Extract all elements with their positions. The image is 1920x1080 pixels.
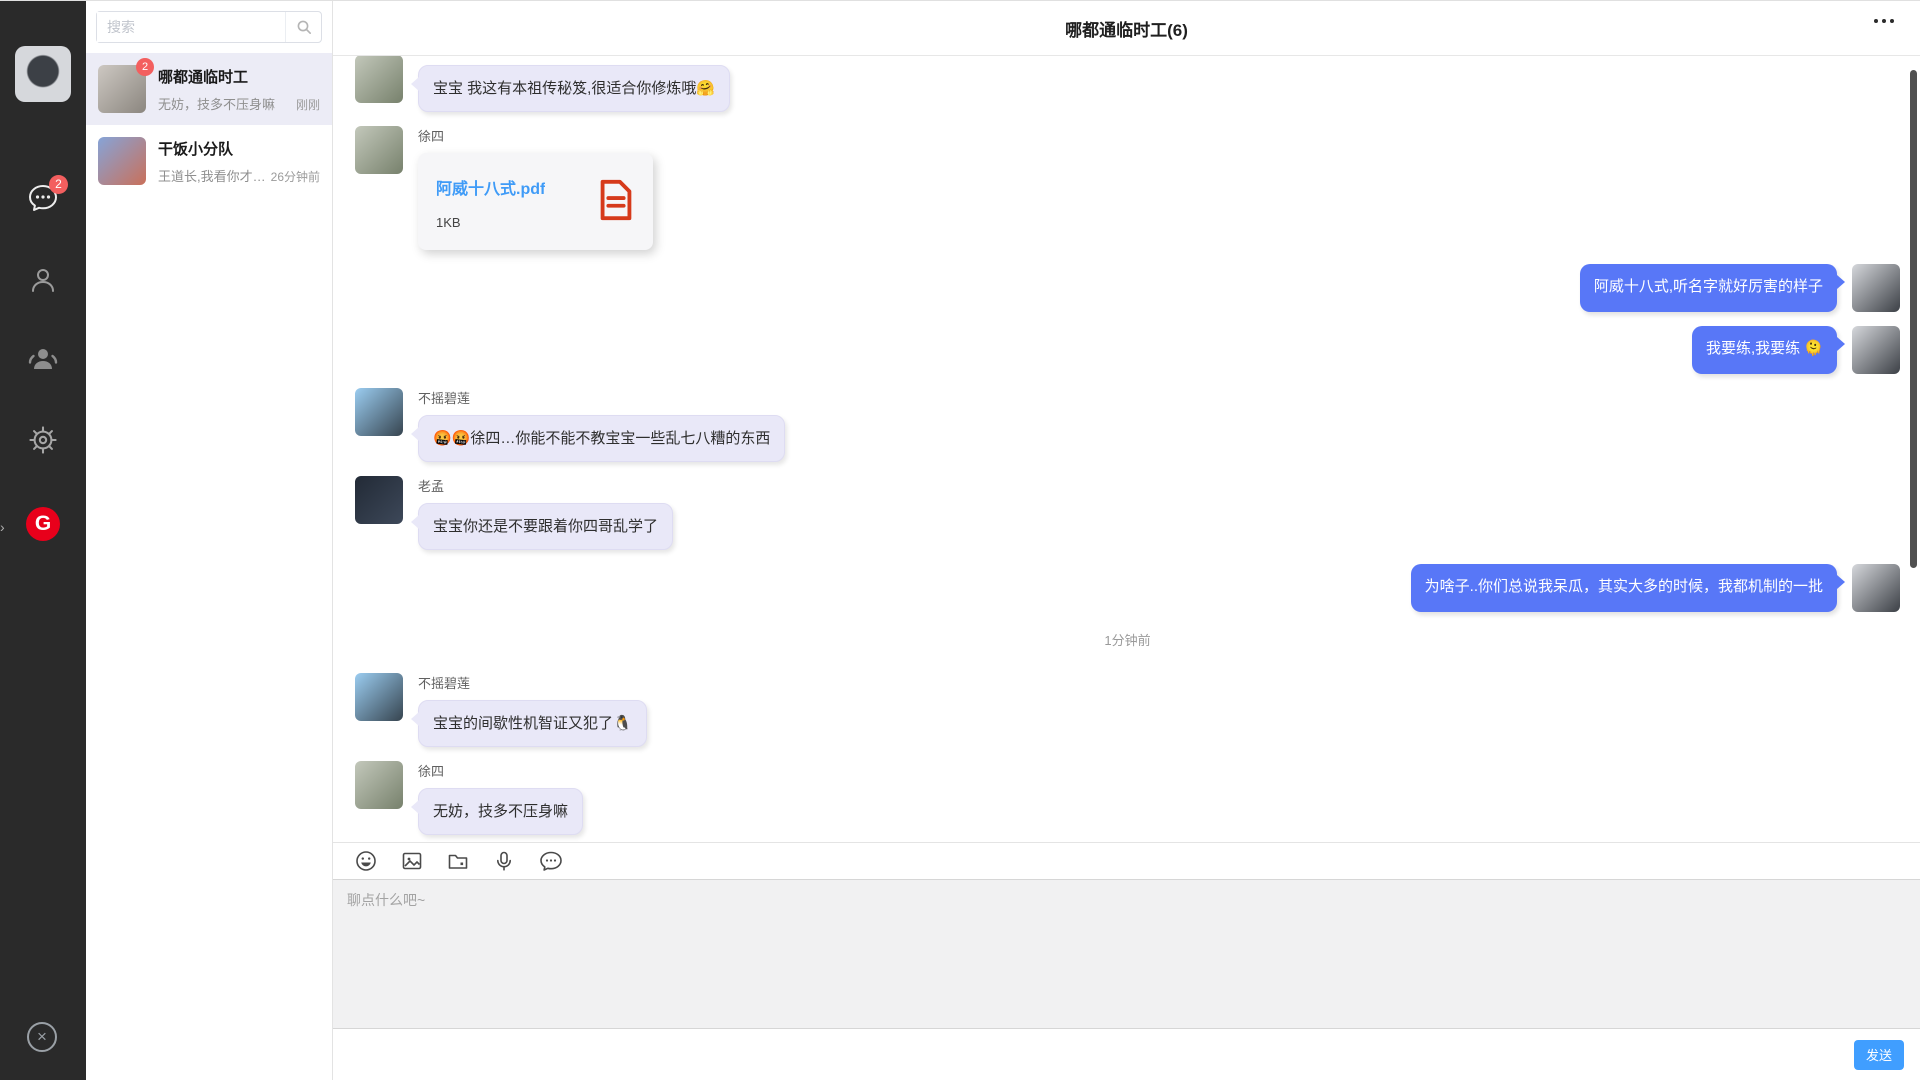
chat-name: 哪都通临时工 <box>158 66 320 87</box>
self-avatar[interactable] <box>1852 564 1900 612</box>
message-bubble[interactable]: 🤬🤬徐四…你能不能不教宝宝一些乱七八糟的东西 <box>418 415 785 462</box>
unread-total-badge: 2 <box>49 175 68 194</box>
sender-avatar[interactable] <box>355 476 403 524</box>
search-input[interactable] <box>97 12 285 42</box>
pdf-file-icon <box>593 177 639 228</box>
group-icon <box>27 346 59 372</box>
self-avatar[interactable] <box>1852 264 1900 312</box>
scrollbar-thumb[interactable] <box>1910 70 1917 568</box>
person-icon <box>29 266 57 294</box>
outgoing-message-row: 阿威十八式,听名字就好厉害的样子 <box>355 264 1900 312</box>
app-logo[interactable]: G <box>26 507 60 541</box>
time-divider: 1分钟前 <box>355 630 1900 649</box>
sidebar-item-chats[interactable]: 2 <box>0 183 86 213</box>
message-input[interactable] <box>333 879 1920 1029</box>
message-bubble[interactable]: 宝宝你还是不要跟着你四哥乱学了 <box>418 503 673 550</box>
search-icon[interactable] <box>285 12 321 42</box>
unread-badge: 2 <box>136 58 154 76</box>
conversation-panel: 哪都通临时工(6) 宝宝 我这有本祖传秘笈,很适合你修炼哦🤗 徐四 阿威十八式.… <box>333 1 1920 1080</box>
search-box <box>96 11 322 43</box>
incoming-message-row: 徐四 无妨，技多不压身嘛 <box>355 761 1900 835</box>
message-bubble[interactable]: 阿威十八式,听名字就好厉害的样子 <box>1580 264 1837 312</box>
sidebar-item-groups[interactable] <box>0 346 86 372</box>
file-attachment[interactable]: 阿威十八式.pdf 1KB <box>418 153 653 250</box>
message-list: 宝宝 我这有本祖传秘笈,很适合你修炼哦🤗 徐四 阿威十八式.pdf 1KB 阿威… <box>333 56 1920 842</box>
message-bubble[interactable]: 宝宝的间歇性机智证又犯了🐧 <box>418 700 647 747</box>
chat-history-icon[interactable] <box>539 850 563 872</box>
incoming-file-row: 徐四 阿威十八式.pdf 1KB <box>355 126 1900 250</box>
sidebar-item-contacts[interactable] <box>0 266 86 294</box>
sender-avatar[interactable] <box>355 761 403 809</box>
message-bubble[interactable]: 无妨，技多不压身嘛 <box>418 788 583 835</box>
chat-time: 26分钟前 <box>271 168 320 185</box>
user-avatar[interactable] <box>15 46 71 102</box>
emoji-icon[interactable] <box>355 850 377 872</box>
nav-rail: 2 <box>0 1 86 1080</box>
message-sender: 徐四 <box>418 761 583 780</box>
incoming-message-row: 不摇碧莲 🤬🤬徐四…你能不能不教宝宝一些乱七八糟的东西 <box>355 388 1900 462</box>
chat-preview: 无妨，技多不压身嘛 <box>158 94 292 113</box>
microphone-icon[interactable] <box>493 850 515 872</box>
message-bubble[interactable]: 我要练,我要练 🫠 <box>1692 326 1837 374</box>
app-window: 2 <box>0 0 1920 1080</box>
composer: 发送 <box>333 842 1920 1080</box>
chat-list-panel: 2 哪都通临时工 无妨，技多不压身嘛 刚刚 干饭小分队 王道长,我看你才… 26… <box>86 1 333 1080</box>
message-bubble[interactable]: 为啥子..你们总说我呆瓜，其实大多的时候，我都机制的一批 <box>1411 564 1837 612</box>
folder-icon[interactable] <box>447 850 469 872</box>
self-avatar[interactable] <box>1852 326 1900 374</box>
sender-avatar[interactable] <box>355 126 403 174</box>
logout-icon[interactable]: × <box>27 1022 57 1052</box>
message-sender: 徐四 <box>418 126 653 145</box>
incoming-message-row: 不摇碧莲 宝宝的间歇性机智证又犯了🐧 <box>355 673 1900 747</box>
chat-time: 刚刚 <box>296 96 320 113</box>
composer-toolbar <box>333 843 1920 879</box>
chat-avatar: 2 <box>98 65 146 113</box>
message-sender: 老孟 <box>418 476 673 495</box>
chat-list: 2 哪都通临时工 无妨，技多不压身嘛 刚刚 干饭小分队 王道长,我看你才… 26… <box>86 53 332 197</box>
incoming-message-row: 老孟 宝宝你还是不要跟着你四哥乱学了 <box>355 476 1900 550</box>
outgoing-message-row: 我要练,我要练 🫠 <box>355 326 1900 374</box>
more-menu-icon[interactable] <box>1874 19 1894 23</box>
outgoing-message-row: 为啥子..你们总说我呆瓜，其实大多的时候，我都机制的一批 <box>355 564 1900 612</box>
sender-avatar[interactable] <box>355 388 403 436</box>
image-icon[interactable] <box>401 850 423 872</box>
chat-avatar <box>98 137 146 185</box>
chat-preview: 王道长,我看你才… <box>158 166 267 185</box>
chat-list-item[interactable]: 干饭小分队 王道长,我看你才… 26分钟前 <box>86 125 332 197</box>
sidebar-item-settings[interactable] <box>0 426 86 454</box>
message-sender: 不摇碧莲 <box>418 388 785 407</box>
message-sender: 不摇碧莲 <box>418 673 647 692</box>
sender-avatar[interactable] <box>355 673 403 721</box>
incoming-message-row: 宝宝 我这有本祖传秘笈,很适合你修炼哦🤗 <box>355 56 1900 112</box>
message-bubble[interactable]: 宝宝 我这有本祖传秘笈,很适合你修炼哦🤗 <box>418 65 730 112</box>
send-row: 发送 <box>333 1029 1920 1080</box>
file-name[interactable]: 阿威十八式.pdf <box>436 175 545 199</box>
send-button[interactable]: 发送 <box>1854 1040 1904 1070</box>
sender-avatar[interactable] <box>355 56 403 103</box>
file-size: 1KB <box>436 215 545 230</box>
conversation-header: 哪都通临时工(6) <box>333 1 1920 56</box>
collapse-arrow-icon[interactable]: › <box>0 519 5 535</box>
chat-name: 干饭小分队 <box>158 138 320 159</box>
gear-icon <box>29 426 57 454</box>
chat-list-item[interactable]: 2 哪都通临时工 无妨，技多不压身嘛 刚刚 <box>86 53 332 125</box>
conversation-title: 哪都通临时工(6) <box>1065 16 1188 41</box>
